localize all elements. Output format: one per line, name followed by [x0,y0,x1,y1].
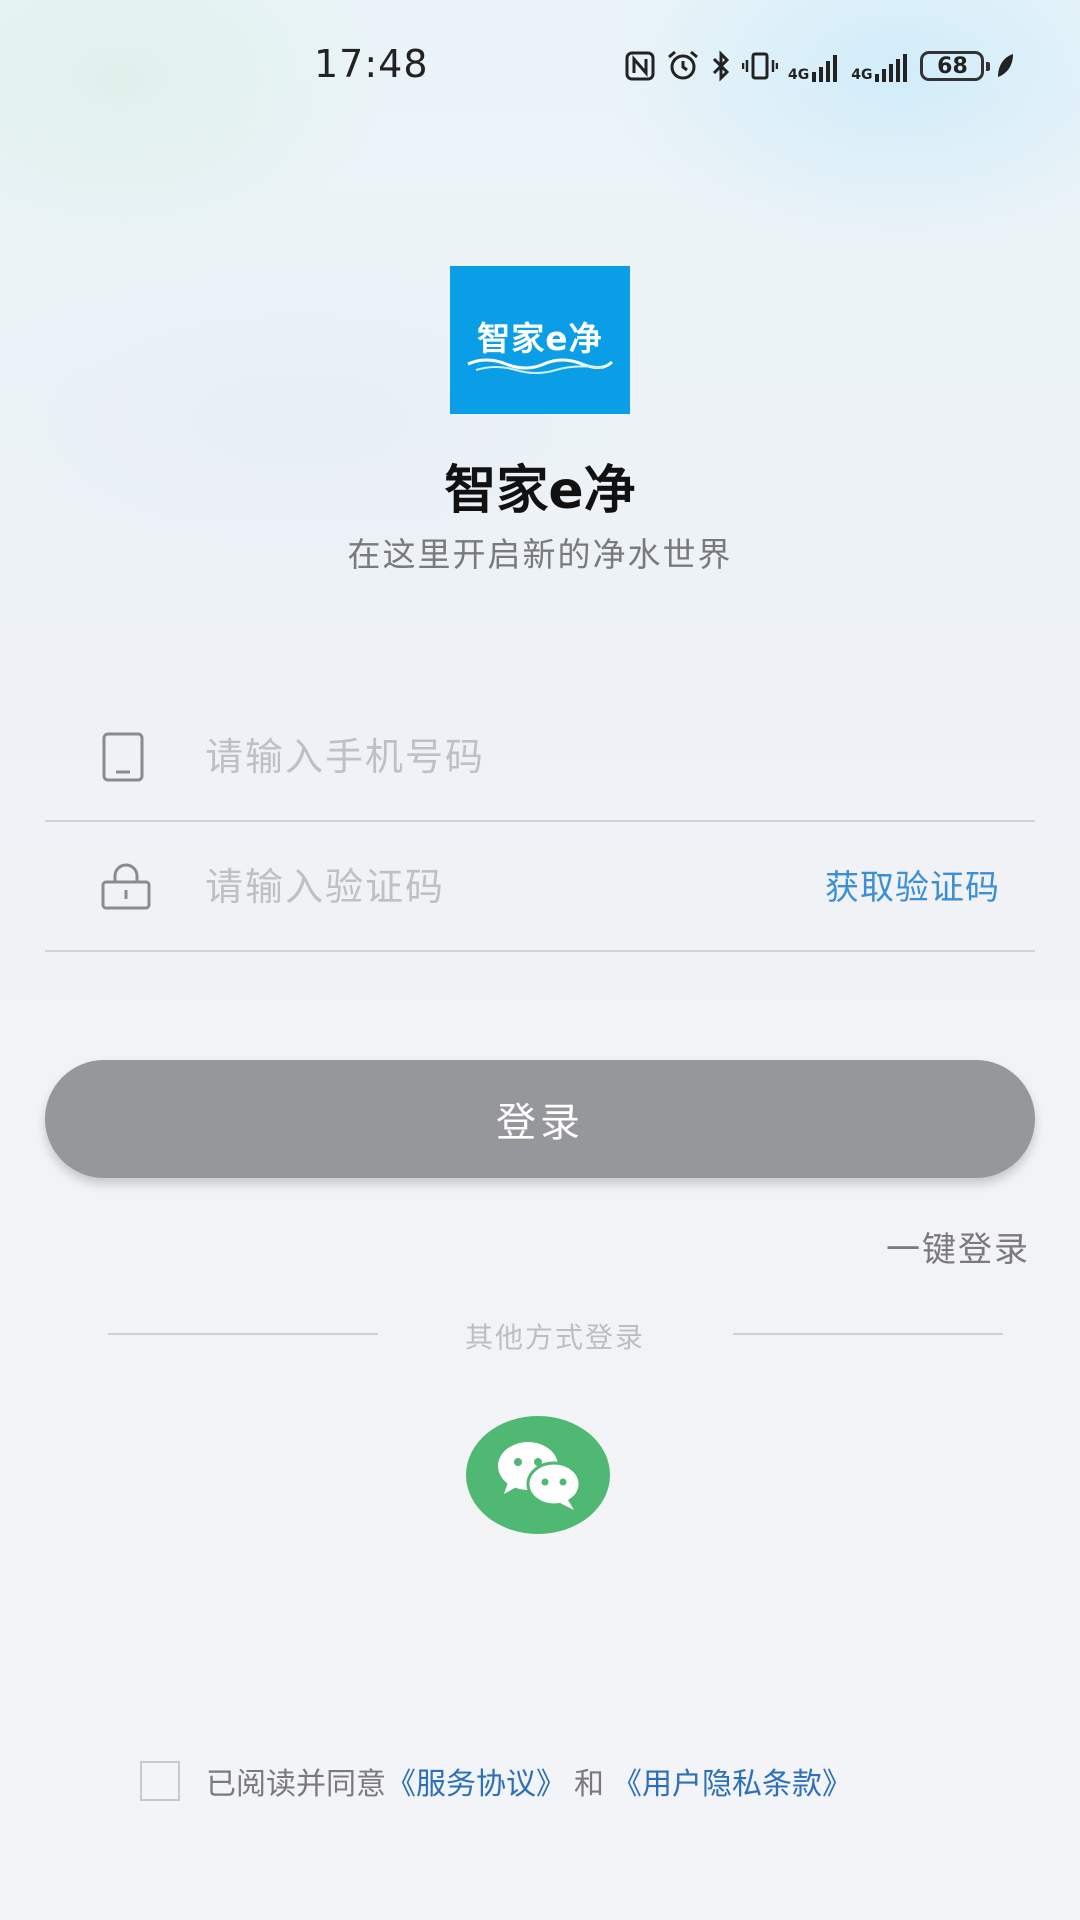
network-type-label-2: 4G [851,67,873,83]
phone-input[interactable] [205,722,805,792]
login-button[interactable]: 登录 [45,1060,1035,1178]
status-icons: 4G 4G 68 [624,46,1016,86]
network-type-label-1: 4G [788,67,810,83]
signal-bars-icon [875,54,908,82]
signal-bars-icon [812,55,838,82]
wechat-login-button[interactable] [466,1416,610,1534]
signal-group-2: 4G [851,50,910,82]
verification-code-input[interactable] [205,852,725,922]
agreement-row: 已阅读并同意 《服务协议》 和 《用户隐私条款》 [140,1758,852,1804]
lock-icon [101,863,151,910]
battery-level: 68 [937,53,968,79]
get-code-button[interactable]: 获取验证码 [825,860,1000,909]
agreement-and: 和 [574,1767,604,1802]
logo-text: 智家e净 [477,319,603,358]
agreement-prefix: 已阅读并同意 [206,1767,386,1802]
app-logo: 智家e净 [450,266,630,414]
status-bar: 17:48 4G 4G 68 [0,0,1080,130]
vibrate-icon [742,52,778,80]
wechat-icon [498,1442,582,1510]
one-click-login-link[interactable]: 一键登录 [886,1222,1030,1271]
verification-code-row: 获取验证码 [45,822,1035,952]
other-login-label: 其他方式登录 [464,1321,645,1354]
privacy-policy-link[interactable]: 《用户隐私条款》 [612,1759,852,1803]
app-name: 智家e净 [444,461,636,521]
divider-left [108,1333,378,1335]
alarm-icon [668,50,698,80]
phone-icon [102,732,144,782]
phone-row [45,692,1035,822]
bluetooth-icon [712,50,730,82]
status-time: 17:48 [314,42,429,86]
service-agreement-link[interactable]: 《服务协议》 [386,1759,566,1803]
nfc-icon [625,51,655,81]
divider-right [733,1333,1003,1335]
leaf-icon [998,54,1014,77]
battery-indicator: 68 [920,51,991,81]
logo-wave-icon [467,358,614,374]
signal-group-1: 4G [788,50,841,82]
app-slogan: 在这里开启新的净水世界 [347,535,733,574]
agreement-checkbox[interactable] [140,1761,180,1801]
